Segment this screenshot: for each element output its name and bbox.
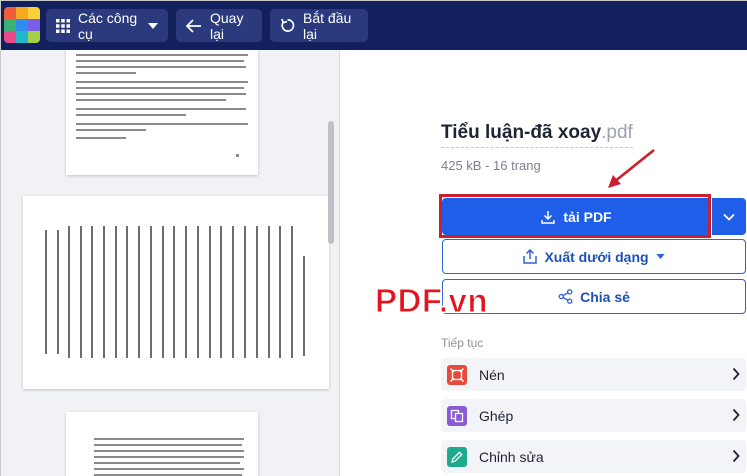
tool-merge[interactable]: Ghép: [441, 399, 746, 432]
export-icon: [523, 249, 538, 264]
chevron-right-icon: [732, 449, 740, 463]
page-thumbnail[interactable]: [66, 412, 258, 476]
tool-label: Chỉnh sửa: [479, 448, 544, 465]
export-as-button[interactable]: Xuất dưới dạng: [442, 239, 746, 274]
chevron-right-icon: [732, 367, 740, 381]
chevron-right-icon: [732, 408, 740, 422]
tool-label: Nén: [479, 366, 505, 383]
share-label: Chia sẻ: [580, 288, 630, 305]
compress-icon: [447, 364, 467, 385]
page-thumbnail-rotated[interactable]: [23, 196, 329, 389]
restart-button[interactable]: Bắt đầu lại: [270, 9, 368, 42]
tool-label: Ghép: [479, 407, 514, 424]
tool-edit[interactable]: Chỉnh sửa: [441, 440, 746, 473]
download-options-button[interactable]: [712, 198, 746, 235]
file-extension: .pdf: [601, 122, 633, 143]
app-logo[interactable]: [4, 7, 40, 43]
edit-icon: [447, 446, 467, 467]
restart-label: Bắt đầu lại: [303, 9, 352, 42]
page-thumbnail[interactable]: [66, 50, 258, 175]
caret-down-icon: [655, 254, 665, 259]
watermark-text: PDF.vn: [374, 282, 489, 320]
caret-down-icon: [148, 22, 158, 29]
share-icon: [558, 289, 573, 304]
grid-icon: [56, 18, 70, 33]
annotation-highlight-box: [439, 194, 711, 238]
top-toolbar: Các công cụ Quay lại Bắt đầu lại: [1, 1, 747, 50]
page-thumbnails-panel[interactable]: [1, 50, 339, 476]
download-panel: Tiểu luận-đã xoay.pdf 425 kB - 16 trang …: [340, 50, 747, 476]
file-meta: 425 kB - 16 trang: [441, 158, 541, 173]
arrow-left-icon: [186, 18, 201, 33]
tool-compress[interactable]: Nén: [441, 358, 746, 391]
file-name-text: Tiểu luận-đã xoay: [441, 122, 602, 143]
back-label: Quay lại: [210, 9, 244, 42]
export-label: Xuất dưới dạng: [544, 248, 649, 265]
back-button[interactable]: Quay lại: [176, 9, 262, 42]
thumbnail-scrollbar[interactable]: [328, 121, 334, 244]
chevron-down-icon: [723, 213, 735, 221]
merge-icon: [447, 405, 467, 426]
annotation-arrow-icon: [608, 148, 655, 188]
file-name[interactable]: Tiểu luận-đã xoay.pdf: [441, 122, 633, 148]
tools-menu-button[interactable]: Các công cụ: [46, 9, 168, 42]
restart-icon: [281, 18, 295, 32]
next-steps-label: Tiếp tục: [441, 336, 484, 350]
tools-menu-label: Các công cụ: [78, 9, 138, 42]
